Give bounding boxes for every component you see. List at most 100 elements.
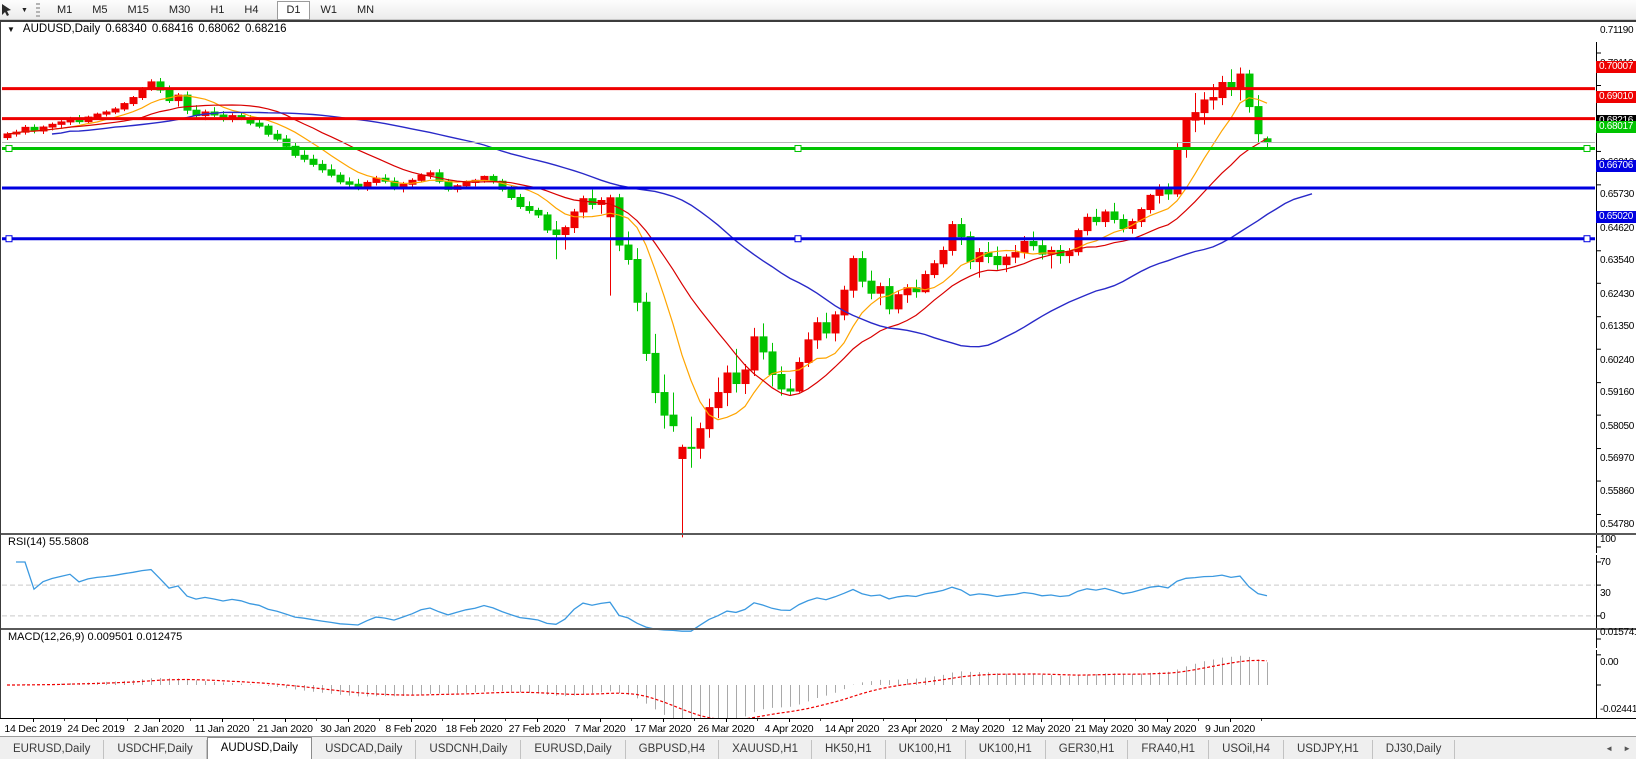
date-tick-minor bbox=[1135, 719, 1136, 721]
date-tick-minor bbox=[946, 719, 947, 721]
chart-tab-usdcad-daily[interactable]: USDCAD,Daily bbox=[312, 740, 416, 759]
price-tag-resistance-line-2: 0.69010 bbox=[1596, 91, 1636, 103]
chart-tab-uk100-h1[interactable]: UK100,H1 bbox=[886, 740, 966, 759]
chart-tab-eurusd-daily[interactable]: EURUSD,Daily bbox=[0, 740, 104, 759]
date-label: 23 Apr 2020 bbox=[880, 723, 950, 735]
crosshair-tool-icon[interactable] bbox=[3, 2, 21, 18]
date-tick-minor bbox=[379, 719, 380, 721]
date-label: 27 Feb 2020 bbox=[502, 723, 572, 735]
date-label: 24 Dec 2019 bbox=[61, 723, 131, 735]
rsi-current-value: 55.5808 bbox=[49, 536, 89, 548]
rsi-axis-tick: 70 bbox=[1600, 557, 1636, 569]
main-price-chart[interactable] bbox=[1, 42, 1636, 553]
chart-header: ▼ AUDUSD,Daily 0.68340 0.68416 0.68062 0… bbox=[7, 23, 287, 35]
support-line-green-handle[interactable] bbox=[795, 146, 801, 152]
tool-dropdown-caret-icon[interactable]: ▼ bbox=[21, 7, 28, 14]
date-tick bbox=[852, 719, 853, 722]
trading-platform-window: ▼ M1M5M15M30H1H4 D1W1MN ▼ AUDUSD,Daily 0.… bbox=[0, 0, 1636, 759]
date-tick-minor bbox=[757, 719, 758, 721]
date-label: 30 Jan 2020 bbox=[313, 723, 383, 735]
rsi-indicator-chart[interactable] bbox=[1, 555, 1636, 648]
date-tick bbox=[600, 719, 601, 722]
date-tick bbox=[1104, 719, 1105, 722]
chart-tab-uk100-h1[interactable]: UK100,H1 bbox=[966, 740, 1046, 759]
price-axis-tick: 0.56970 bbox=[1600, 453, 1636, 465]
timeframe-button-h4[interactable]: H4 bbox=[235, 1, 267, 20]
panel-separator[interactable] bbox=[1, 628, 1636, 630]
chart-tab-dj30-daily[interactable]: DJ30,Daily bbox=[1373, 740, 1456, 759]
chart-tab-xauusd-h1[interactable]: XAUUSD,H1 bbox=[719, 740, 812, 759]
support-line-blue-2-handle[interactable] bbox=[1584, 236, 1590, 242]
support-line-green-handle[interactable] bbox=[1584, 146, 1590, 152]
date-tick bbox=[663, 719, 664, 722]
date-tick-minor bbox=[127, 719, 128, 721]
collapse-chart-icon[interactable]: ▼ bbox=[7, 25, 15, 34]
macd-axis-tick: 0.00 bbox=[1600, 657, 1636, 669]
macd-histogram bbox=[8, 656, 1268, 728]
rsi-line bbox=[16, 562, 1267, 631]
timeframe-button-m30[interactable]: M30 bbox=[160, 1, 199, 20]
date-label: 9 Jun 2020 bbox=[1195, 723, 1265, 735]
ohlc-high: 0.68416 bbox=[152, 23, 194, 35]
date-tick-minor bbox=[883, 719, 884, 721]
timeframe-button-m1[interactable]: M1 bbox=[48, 1, 81, 20]
date-tick-minor bbox=[1072, 719, 1073, 721]
date-label: 7 Mar 2020 bbox=[565, 723, 635, 735]
date-label: 30 May 2020 bbox=[1132, 723, 1202, 735]
price-axis-tick: 0.71190 bbox=[1600, 25, 1636, 37]
date-tick-minor bbox=[820, 719, 821, 721]
date-label: 12 May 2020 bbox=[1006, 723, 1076, 735]
scroll-tabs-left-button[interactable]: ◄ bbox=[1600, 739, 1618, 759]
support-line-green-handle[interactable] bbox=[6, 146, 12, 152]
chart-tab-gbpusd-h4[interactable]: GBPUSD,H4 bbox=[626, 740, 719, 759]
toolbar-grip-handle[interactable] bbox=[36, 3, 40, 17]
chart-tab-audusd-daily[interactable]: AUDUSD,Daily bbox=[207, 737, 312, 759]
price-axis-tick: 0.55860 bbox=[1600, 486, 1636, 498]
ohlc-open: 0.68340 bbox=[105, 23, 147, 35]
chart-tab-usdchf-daily[interactable]: USDCHF,Daily bbox=[104, 740, 206, 759]
date-tick bbox=[348, 719, 349, 722]
date-tick bbox=[537, 719, 538, 722]
timeframe-button-mn[interactable]: MN bbox=[348, 1, 383, 20]
date-tick-minor bbox=[316, 719, 317, 721]
price-axis-tick: 0.59160 bbox=[1600, 387, 1636, 399]
date-label: 14 Dec 2019 bbox=[0, 723, 68, 735]
timeframe-button-m15[interactable]: M15 bbox=[119, 1, 158, 20]
chart-tab-usdjpy-h1[interactable]: USDJPY,H1 bbox=[1284, 740, 1373, 759]
chart-tab-bar: EURUSD,DailyUSDCHF,DailyAUDUSD,DailyUSDC… bbox=[0, 736, 1636, 759]
date-tick bbox=[474, 719, 475, 722]
rsi-name: RSI(14) bbox=[8, 536, 46, 548]
date-tick-minor bbox=[1198, 719, 1199, 721]
price-tag-support-line-blue-1: 0.66706 bbox=[1596, 160, 1636, 172]
date-tick bbox=[1230, 719, 1231, 722]
chart-tab-eurusd-daily[interactable]: EURUSD,Daily bbox=[521, 740, 625, 759]
rsi-label: RSI(14) 55.5808 bbox=[8, 536, 89, 548]
chart-tab-ger30-h1[interactable]: GER30,H1 bbox=[1046, 740, 1129, 759]
timeframe-toolbar: ▼ M1M5M15M30H1H4 D1W1MN bbox=[0, 0, 1636, 20]
chart-tab-hk50-h1[interactable]: HK50,H1 bbox=[812, 740, 886, 759]
rsi-axis-tick: 100 bbox=[1600, 534, 1636, 546]
timeframe-button-d1[interactable]: D1 bbox=[277, 1, 309, 20]
date-tick bbox=[978, 719, 979, 722]
timeframe-button-m5[interactable]: M5 bbox=[83, 1, 116, 20]
price-axis-tick: 0.63540 bbox=[1600, 255, 1636, 267]
chart-tab-usdcnh-daily[interactable]: USDCNH,Daily bbox=[416, 740, 521, 759]
date-label: 26 Mar 2020 bbox=[691, 723, 761, 735]
chart-tab-usoil-h4[interactable]: USOil,H4 bbox=[1209, 740, 1284, 759]
price-tag-support-line-green: 0.68017 bbox=[1596, 121, 1636, 133]
support-line-blue-2-handle[interactable] bbox=[795, 236, 801, 242]
date-tick-minor bbox=[568, 719, 569, 721]
price-tag-resistance-line-1: 0.70007 bbox=[1596, 61, 1636, 73]
date-tick-minor bbox=[64, 719, 65, 721]
scroll-tabs-right-button[interactable]: ► bbox=[1618, 739, 1636, 759]
date-label: 8 Feb 2020 bbox=[376, 723, 446, 735]
timeframe-button-h1[interactable]: H1 bbox=[201, 1, 233, 20]
panel-separator[interactable] bbox=[1, 533, 1636, 535]
date-tick bbox=[222, 719, 223, 722]
timeframe-button-w1[interactable]: W1 bbox=[312, 1, 347, 20]
chart-tab-fra40-h1[interactable]: FRA40,H1 bbox=[1128, 740, 1209, 759]
date-tick bbox=[915, 719, 916, 722]
support-line-blue-2-handle[interactable] bbox=[6, 236, 12, 242]
date-tick-minor bbox=[505, 719, 506, 721]
rsi-axis-tick: 30 bbox=[1600, 588, 1636, 600]
